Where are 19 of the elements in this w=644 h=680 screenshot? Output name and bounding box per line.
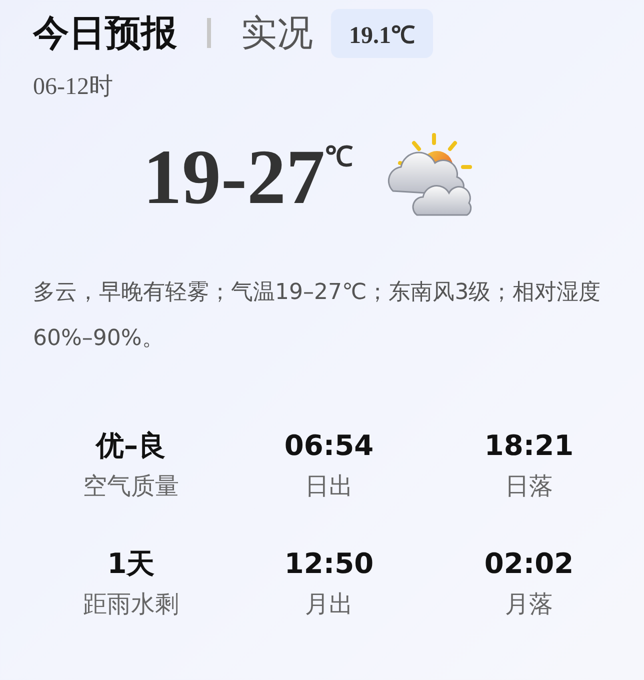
stat-label: 月出: [305, 589, 353, 620]
stat-label: 日落: [505, 471, 553, 502]
stat-value: 1天: [107, 546, 155, 582]
tab[interactable]: 今日预报: [33, 8, 177, 58]
stat-value: 02:02: [484, 546, 574, 582]
tab[interactable]: 实况: [241, 8, 313, 58]
weather-description: 多云，早晚有轻雾；气温19–27℃；东南风3级；相对湿度60%–90%。: [33, 279, 602, 353]
forecast-period: 06-12时: [33, 73, 114, 102]
stat-value: 12:50: [284, 546, 374, 582]
stat-label: 空气质量: [83, 471, 179, 502]
temperature-unit: ℃: [324, 141, 353, 174]
stat-label: 月落: [505, 589, 553, 620]
stat-label: 日出: [305, 471, 353, 502]
stat-value: 18:21: [484, 428, 574, 464]
stat-label: 距雨水剩: [83, 589, 179, 620]
stat-value: 优–良: [96, 428, 166, 464]
temperature-range: 19-27: [143, 132, 325, 222]
current-temperature-badge: 19.1℃: [331, 8, 433, 58]
stat-value: 06:54: [284, 428, 374, 464]
